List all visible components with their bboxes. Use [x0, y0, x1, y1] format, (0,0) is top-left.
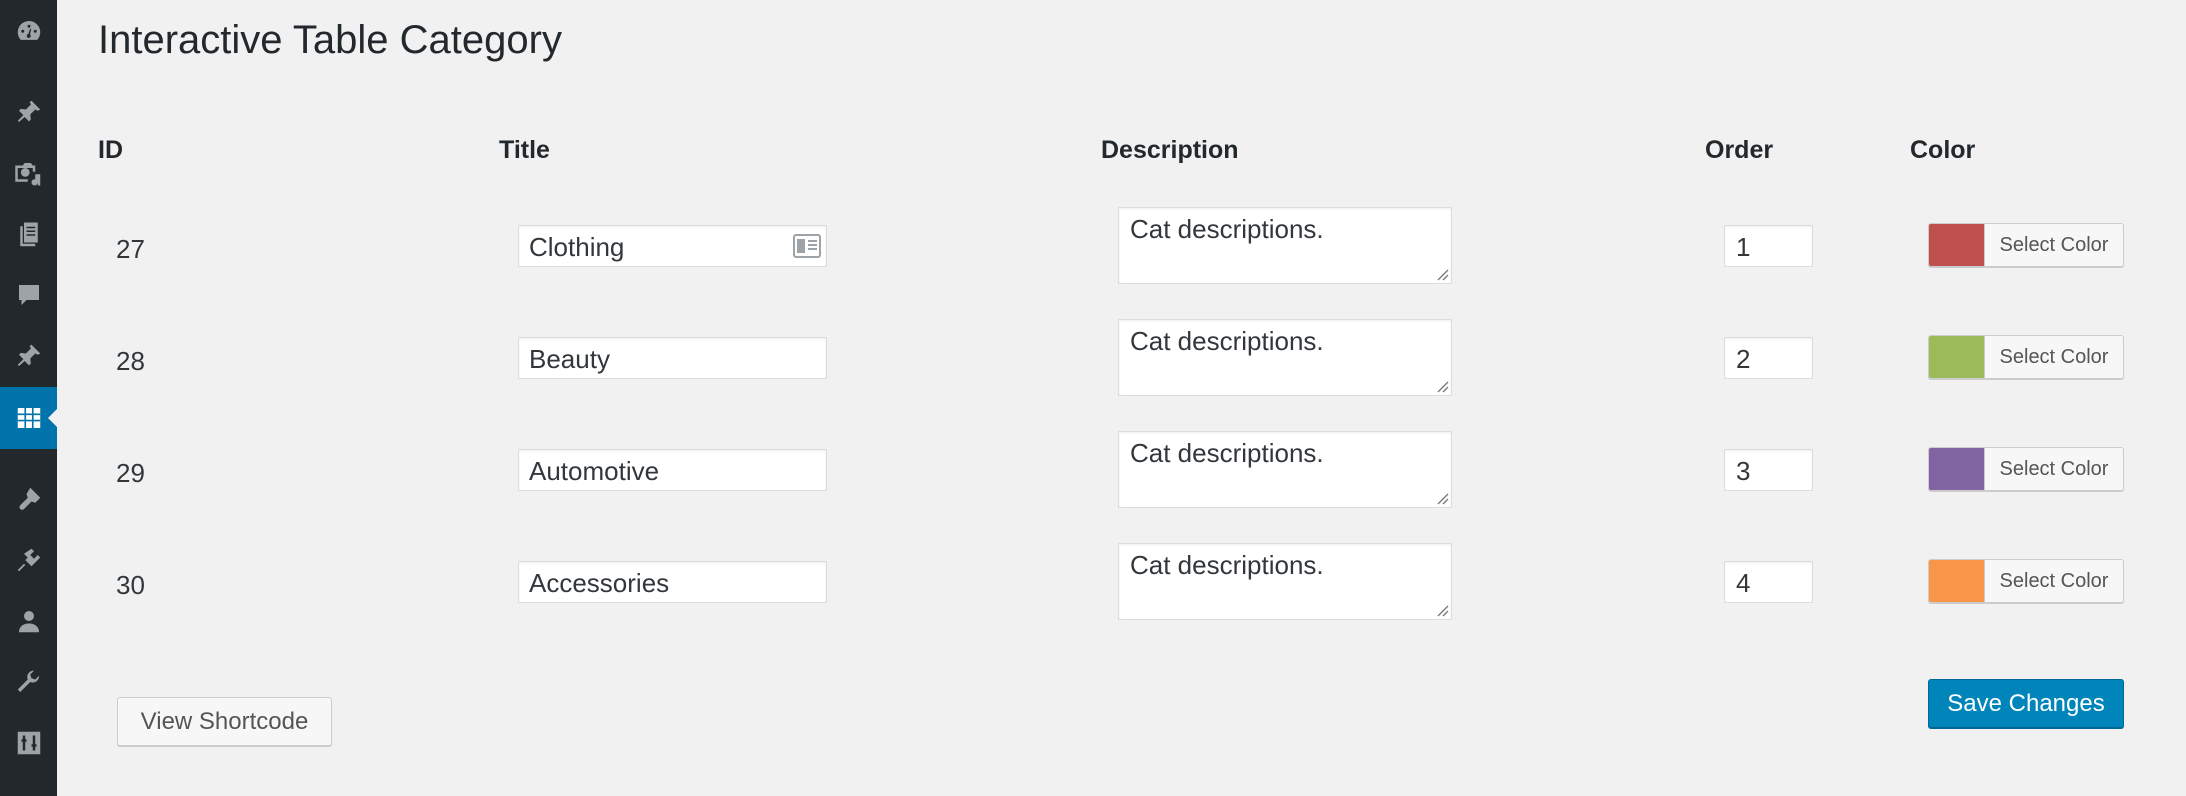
table-row: 28 Beauty Cat descriptions. 2 Select Col… — [57, 307, 2186, 407]
resize-handle-icon[interactable] — [1435, 491, 1449, 505]
row-id: 30 — [116, 570, 145, 600]
select-color-button[interactable]: Select Color — [1928, 447, 2124, 491]
save-changes-button[interactable]: Save Changes — [1928, 679, 2124, 728]
admin-sidebar — [0, 0, 57, 796]
select-color-button[interactable]: Select Color — [1928, 223, 2124, 267]
wrench-icon[interactable] — [0, 657, 57, 707]
title-value: Automotive — [529, 456, 660, 486]
select-color-label: Select Color — [1984, 448, 2123, 490]
select-color-label: Select Color — [1984, 336, 2123, 378]
dashboard-icon[interactable] — [0, 6, 57, 56]
plugin-icon[interactable] — [0, 535, 57, 585]
column-header-title: Title — [499, 136, 550, 164]
table-icon[interactable] — [0, 387, 57, 449]
main-content: Interactive Table Category ID Title Desc… — [57, 0, 2186, 796]
description-value: Cat descriptions. — [1130, 326, 1324, 356]
color-swatch — [1929, 224, 1984, 266]
column-header-description: Description — [1101, 136, 1239, 164]
page-title: Interactive Table Category — [98, 18, 562, 62]
title-input[interactable]: Clothing — [518, 225, 827, 267]
description-value: Cat descriptions. — [1130, 550, 1324, 580]
color-swatch — [1929, 336, 1984, 378]
row-id: 29 — [116, 458, 145, 488]
color-swatch — [1929, 560, 1984, 602]
description-value: Cat descriptions. — [1130, 214, 1324, 244]
brush-icon[interactable] — [0, 474, 57, 524]
title-input[interactable]: Beauty — [518, 337, 827, 379]
contact-card-icon[interactable] — [793, 234, 821, 258]
resize-handle-icon[interactable] — [1435, 603, 1449, 617]
order-input[interactable]: 2 — [1724, 337, 1813, 379]
select-color-button[interactable]: Select Color — [1928, 559, 2124, 603]
table-row: 29 Automotive Cat descriptions. 3 Select… — [57, 419, 2186, 519]
user-icon[interactable] — [0, 596, 57, 646]
description-textarea[interactable]: Cat descriptions. — [1118, 431, 1452, 508]
description-value: Cat descriptions. — [1130, 438, 1324, 468]
order-input[interactable]: 1 — [1724, 225, 1813, 267]
title-input[interactable]: Accessories — [518, 561, 827, 603]
description-textarea[interactable]: Cat descriptions. — [1118, 207, 1452, 284]
column-header-color: Color — [1910, 136, 1976, 164]
description-textarea[interactable]: Cat descriptions. — [1118, 543, 1452, 620]
order-input[interactable]: 4 — [1724, 561, 1813, 603]
title-value: Beauty — [529, 344, 610, 374]
title-input[interactable]: Automotive — [518, 449, 827, 491]
pin-icon[interactable] — [0, 331, 57, 381]
order-input[interactable]: 3 — [1724, 449, 1813, 491]
title-value: Accessories — [529, 568, 670, 598]
select-color-label: Select Color — [1984, 224, 2123, 266]
table-row: 30 Accessories Cat descriptions. 4 Selec… — [57, 531, 2186, 631]
settings-icon[interactable] — [0, 718, 57, 768]
resize-handle-icon[interactable] — [1435, 267, 1449, 281]
table-row: 27 Clothing Cat descriptions. 1 Select C… — [57, 195, 2186, 295]
select-color-button[interactable]: Select Color — [1928, 335, 2124, 379]
row-id: 28 — [116, 346, 145, 376]
resize-handle-icon[interactable] — [1435, 379, 1449, 393]
description-textarea[interactable]: Cat descriptions. — [1118, 319, 1452, 396]
title-value: Clothing — [529, 232, 625, 262]
media-icon[interactable] — [0, 148, 57, 198]
column-header-order: Order — [1705, 136, 1774, 164]
select-color-label: Select Color — [1984, 560, 2123, 602]
color-swatch — [1929, 448, 1984, 490]
comments-icon[interactable] — [0, 270, 57, 320]
pages-icon[interactable] — [0, 210, 57, 260]
row-id: 27 — [116, 234, 145, 264]
view-shortcode-button[interactable]: View Shortcode — [117, 697, 332, 746]
column-header-id: ID — [98, 136, 123, 164]
pin-icon[interactable] — [0, 87, 57, 137]
